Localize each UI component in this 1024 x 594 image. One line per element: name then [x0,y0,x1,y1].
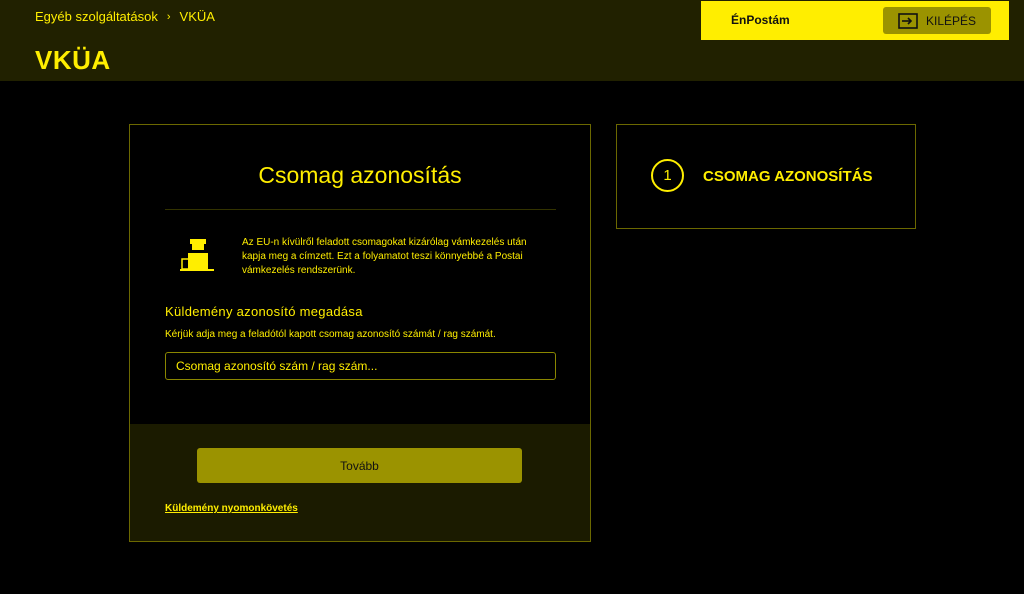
package-id-input[interactable] [165,352,556,380]
divider [165,209,556,210]
logout-button[interactable]: KILÉPÉS [883,7,991,34]
step-label: CSOMAG AZONOSÍTÁS [703,168,873,185]
breadcrumb: Egyéb szolgáltatások › VKÜA [35,9,215,24]
next-button[interactable]: Tovább [197,448,522,483]
page-header: Egyéb szolgáltatások › VKÜA VKÜA ÉnPostá… [0,0,1024,81]
logout-icon [898,12,918,29]
section-hint: Kérjük adja meg a feladótól kapott csoma… [165,329,496,340]
card-footer: Tovább Küldemény nyomonkövetés [130,424,590,541]
page-title: VKÜA [35,45,111,75]
breadcrumb-item-other-services[interactable]: Egyéb szolgáltatások [35,9,158,24]
customs-officer-icon [180,239,214,271]
package-identification-card: Csomag azonosítás Az EU-n kívülről felad… [129,124,591,542]
breadcrumb-item-current: VKÜA [179,9,215,24]
user-name[interactable]: ÉnPostám [731,13,790,27]
breadcrumb-separator-icon: › [166,10,171,23]
info-text: Az EU-n kívülről feladott csomagokat kiz… [242,237,527,276]
logout-label: KILÉPÉS [925,13,977,28]
steps-panel: 1 CSOMAG AZONOSÍTÁS [616,124,916,229]
card-title: Csomag azonosítás [258,162,462,188]
user-box: ÉnPostám KILÉPÉS [701,1,1009,40]
section-heading: Küldemény azonosító megadása [165,304,363,319]
tracking-link[interactable]: Küldemény nyomonkövetés [165,503,298,514]
step-number: 1 [651,159,684,192]
